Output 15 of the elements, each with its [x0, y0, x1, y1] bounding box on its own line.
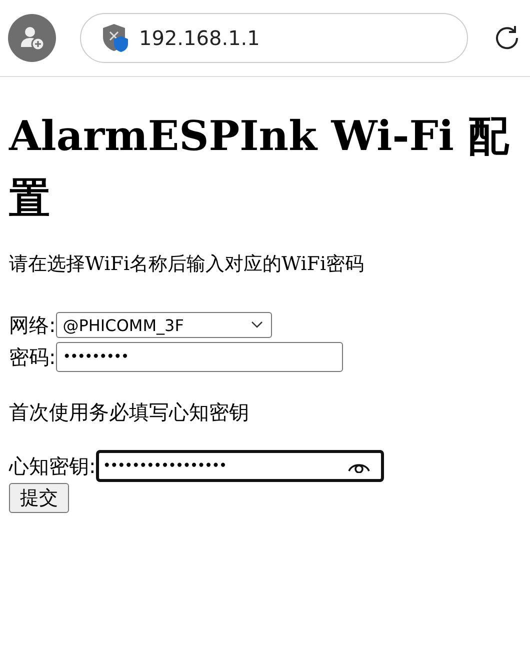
chevron-down-icon [250, 321, 263, 329]
profile-add-icon[interactable] [8, 14, 56, 62]
key-note-text: 首次使用务必填写心知密钥 [9, 399, 250, 426]
submit-button[interactable]: 提交 [9, 483, 69, 513]
key-field[interactable]: ••••••••••••••••• [96, 450, 384, 482]
shield-icon[interactable] [101, 22, 129, 54]
instruction-text: 请在选择WiFi名称后输入对应的WiFi密码 [9, 252, 366, 277]
page-title: AlarmESPInk Wi-Fi 配置 [9, 111, 510, 224]
network-label: 网络: [9, 312, 56, 338]
network-select[interactable]: @PHICOMM_3F [56, 312, 272, 338]
url-text[interactable]: 192.168.1.1 [139, 26, 260, 50]
key-label: 心知密钥: [9, 452, 96, 480]
password-field[interactable]: ••••••••• [56, 342, 343, 372]
password-label: 密码: [9, 344, 56, 370]
address-bar[interactable]: 192.168.1.1 [80, 13, 468, 63]
